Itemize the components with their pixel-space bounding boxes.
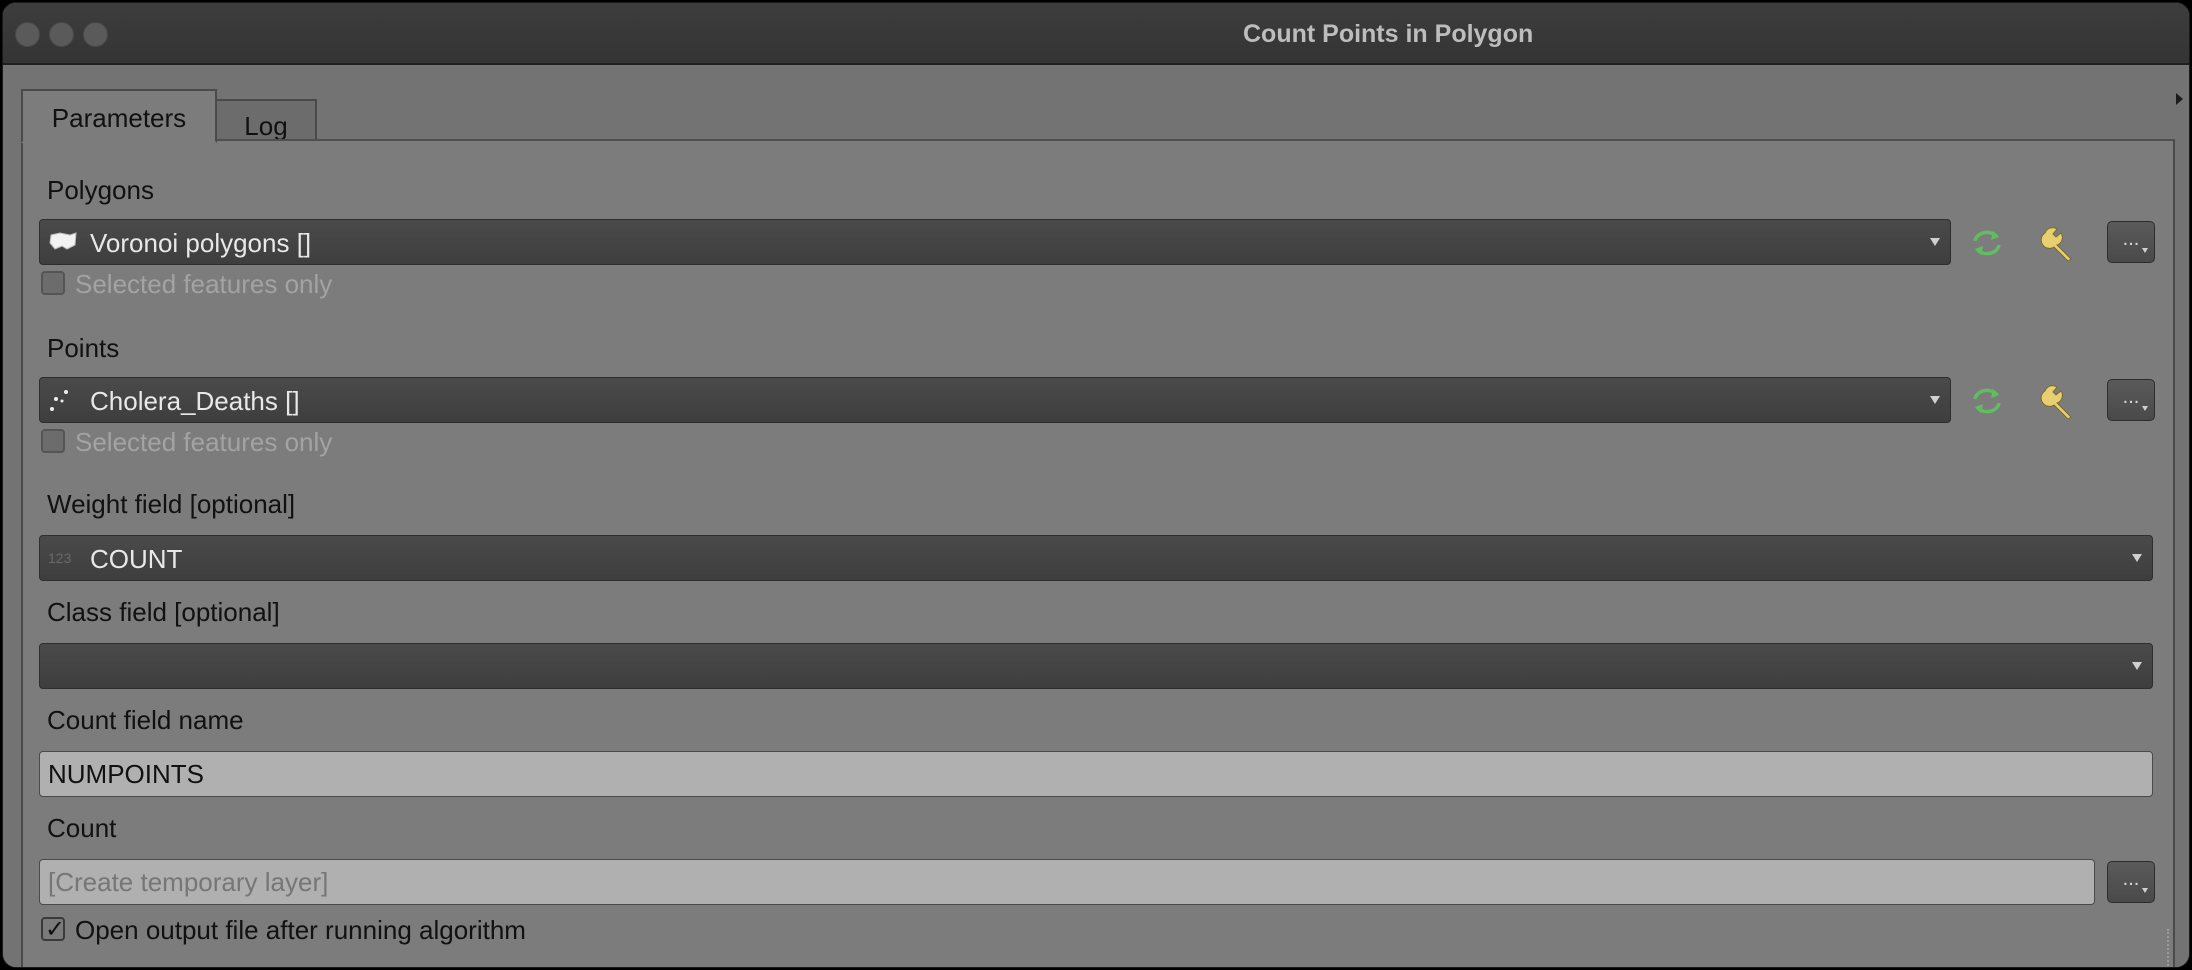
class-field-combo[interactable]	[39, 643, 2153, 689]
minimize-window-button[interactable]	[49, 22, 74, 47]
polygons-layer-combo[interactable]: Voronoi polygons []	[39, 219, 1951, 265]
chevron-down-icon	[2132, 662, 2142, 670]
chevron-down-icon	[1930, 396, 1940, 404]
count-field-name-label: Count field name	[47, 705, 244, 735]
weight-field-combo[interactable]: 123 COUNT	[39, 535, 2153, 581]
window-title: Count Points in Polygon	[1243, 20, 1534, 48]
chevron-down-icon	[1930, 238, 1940, 246]
polygons-selected-only-checkbox[interactable]	[41, 271, 65, 295]
polygons-layer-value: Voronoi polygons []	[90, 228, 312, 258]
count-field-name-input[interactable]	[39, 751, 2153, 797]
count-output-label: Count	[47, 813, 117, 843]
points-layer-combo[interactable]: Cholera_Deaths []	[39, 377, 1951, 423]
class-field-label: Class field [optional]	[47, 597, 280, 627]
point-layer-icon	[50, 390, 68, 411]
points-more-button[interactable]: ...	[2107, 379, 2155, 421]
polygons-more-button[interactable]: ...	[2107, 221, 2155, 263]
points-label: Points	[47, 333, 120, 363]
panel-collapse-arrow-icon[interactable]	[2176, 93, 2183, 105]
polygons-selected-only-label: Selected features only	[75, 269, 333, 299]
parameters-panel: Polygons Voronoi polygons [] ... Selecte…	[21, 139, 2175, 967]
iterate-icon[interactable]	[1967, 381, 2007, 421]
tab-parameters[interactable]: Parameters	[21, 89, 217, 143]
numeric-field-icon: 123	[48, 550, 72, 566]
polygons-label: Polygons	[47, 175, 154, 205]
count-output-input[interactable]	[39, 859, 2095, 905]
polygon-layer-icon	[49, 232, 77, 250]
iterate-icon[interactable]	[1967, 223, 2007, 263]
weight-field-label: Weight field [optional]	[47, 489, 296, 519]
wrench-icon[interactable]	[2039, 381, 2079, 421]
dialog-window: Count Points in Polygon Parameters Log P…	[2, 2, 2190, 968]
chevron-down-icon	[2132, 554, 2142, 562]
points-selected-only-label: Selected features only	[75, 427, 333, 457]
points-selected-only-checkbox[interactable]	[41, 429, 65, 453]
wrench-icon[interactable]	[2039, 223, 2079, 263]
title-bar: Count Points in Polygon	[3, 3, 2189, 65]
close-window-button[interactable]	[15, 22, 40, 47]
checkmark-icon: ✓	[45, 916, 66, 943]
weight-field-value: COUNT	[90, 544, 183, 574]
count-output-more-button[interactable]: ...	[2107, 861, 2155, 903]
zoom-window-button[interactable]	[83, 22, 108, 47]
resize-grip-icon[interactable]	[2159, 929, 2169, 967]
open-output-label: Open output file after running algorithm	[75, 915, 526, 945]
points-layer-value: Cholera_Deaths []	[90, 386, 300, 416]
tab-log[interactable]: Log	[215, 99, 317, 143]
open-output-checkbox[interactable]: ✓	[41, 916, 66, 943]
